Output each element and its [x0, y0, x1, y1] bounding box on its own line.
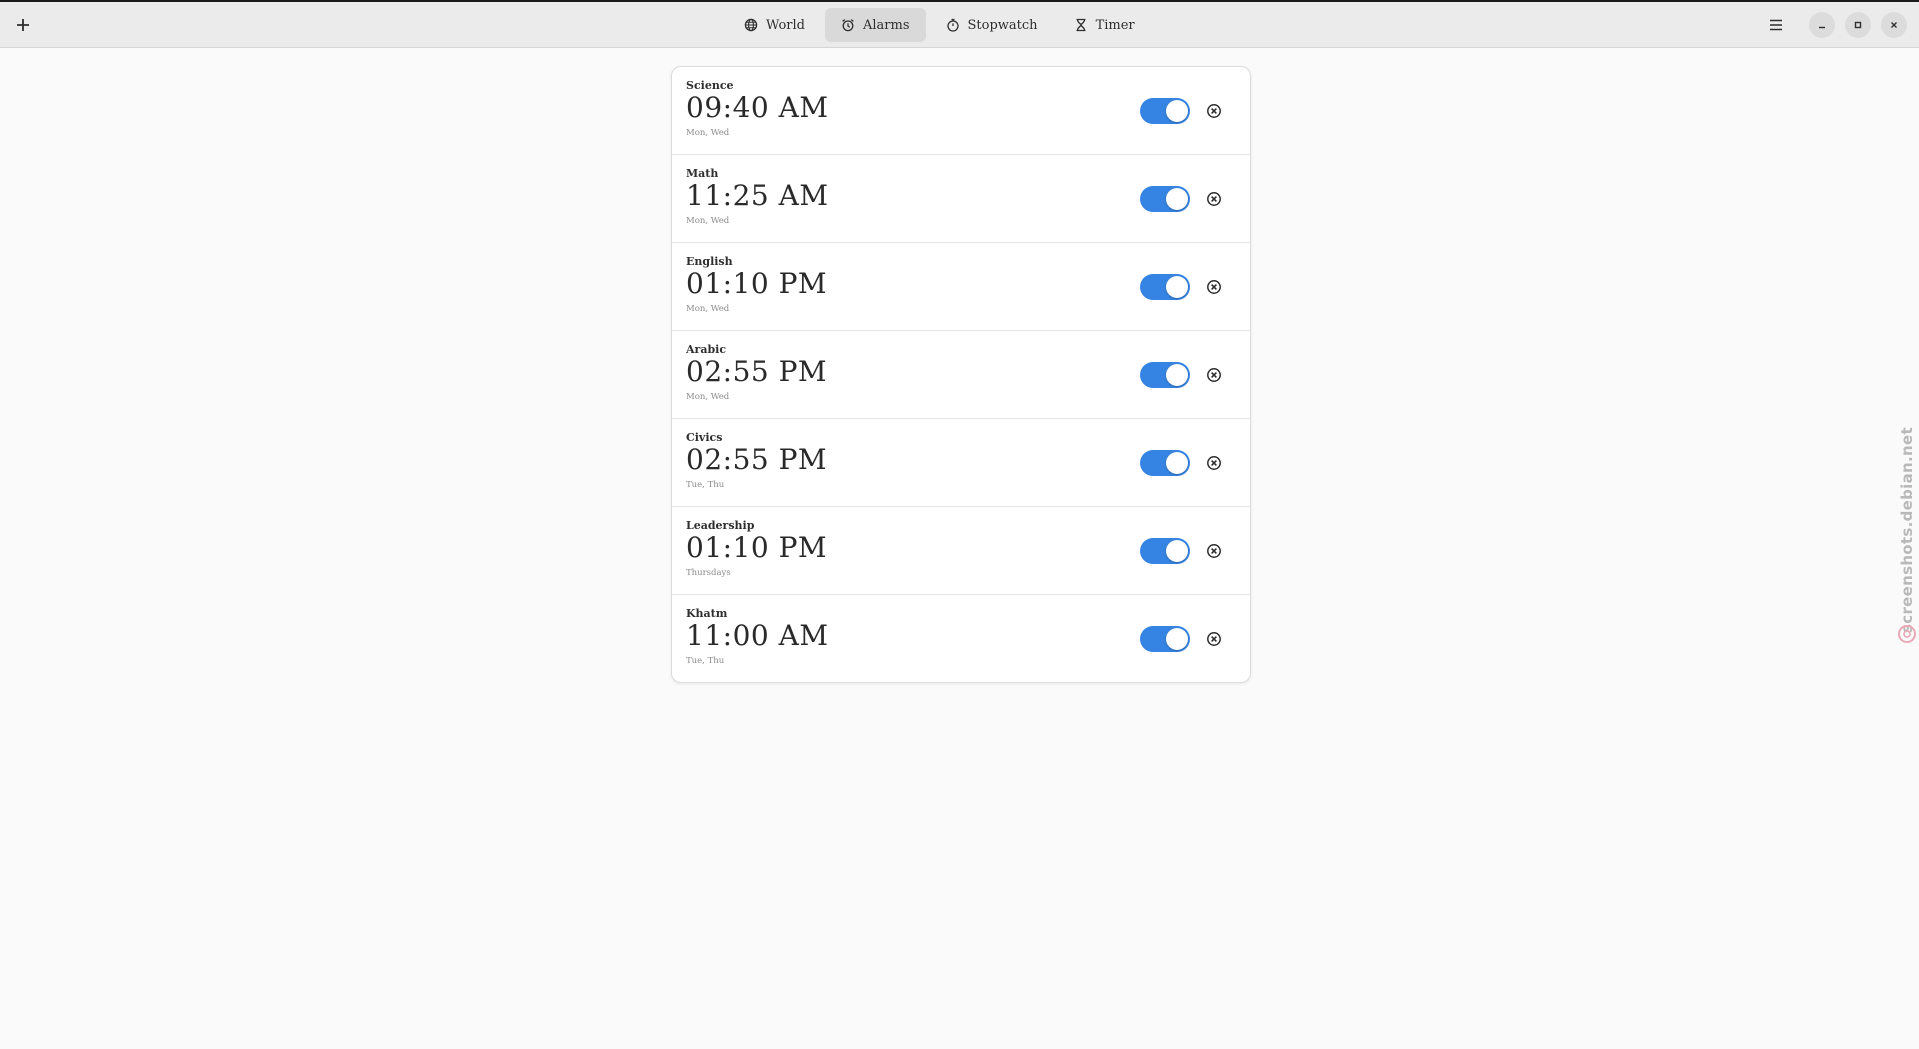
alarm-time: 11:00 AM — [686, 619, 829, 652]
switch-knob — [1166, 188, 1188, 210]
alarm-enable-switch[interactable] — [1140, 274, 1190, 300]
delete-circle-x-icon — [1207, 632, 1221, 646]
alarm-time: 02:55 PM — [686, 355, 828, 388]
delete-alarm-button[interactable] — [1204, 541, 1224, 561]
alarm-enable-switch[interactable] — [1140, 98, 1190, 124]
alarm-row[interactable]: Civics 02:55 PM Tue, Thu — [672, 419, 1250, 507]
window-controls — [1759, 8, 1907, 42]
tab-alarms[interactable]: Alarms — [825, 8, 926, 42]
delete-alarm-button[interactable] — [1204, 453, 1224, 473]
delete-circle-x-icon — [1207, 280, 1221, 294]
delete-circle-x-icon — [1207, 192, 1221, 206]
watermark: screenshots.debian.net — [1897, 410, 1917, 650]
alarm-repeat-days: Tue, Thu — [686, 656, 725, 666]
plus-icon — [17, 19, 29, 31]
delete-circle-x-icon — [1207, 456, 1221, 470]
alarm-repeat-days: Mon, Wed — [686, 216, 730, 226]
alarm-repeat-days: Thursdays — [686, 568, 731, 578]
delete-circle-x-icon — [1207, 368, 1221, 382]
alarm-time: 09:40 AM — [686, 91, 829, 124]
tab-world[interactable]: World — [728, 8, 821, 42]
alarm-row[interactable]: Science 09:40 AM Mon, Wed — [672, 67, 1250, 155]
hourglass-icon — [1076, 18, 1086, 32]
tab-world-label: World — [766, 17, 805, 33]
alarm-enable-switch[interactable] — [1140, 538, 1190, 564]
alarm-enable-switch[interactable] — [1140, 626, 1190, 652]
debian-swirl-logo-icon — [1898, 625, 1916, 643]
alarm-row[interactable]: Math 11:25 AM Mon, Wed — [672, 155, 1250, 243]
close-icon — [1891, 22, 1897, 28]
alarm-list: Science 09:40 AM Mon, Wed Math 11:25 AM … — [671, 66, 1251, 683]
alarm-time: 01:10 PM — [686, 531, 828, 564]
switch-knob — [1166, 452, 1188, 474]
tab-timer[interactable]: Timer — [1058, 8, 1151, 42]
alarm-repeat-days: Mon, Wed — [686, 128, 730, 138]
main-menu-button[interactable] — [1759, 8, 1793, 42]
delete-alarm-button[interactable] — [1204, 101, 1224, 121]
alarm-enable-switch[interactable] — [1140, 186, 1190, 212]
maximize-icon — [1854, 21, 1862, 29]
alarm-row[interactable]: Arabic 02:55 PM Mon, Wed — [672, 331, 1250, 419]
watermark-text: screenshots.debian.net — [1898, 427, 1916, 633]
alarm-enable-switch[interactable] — [1140, 362, 1190, 388]
delete-alarm-button[interactable] — [1204, 189, 1224, 209]
view-switcher: World Alarms Stopwatch Timer — [728, 8, 1151, 42]
minimize-button[interactable] — [1809, 12, 1835, 38]
switch-knob — [1166, 364, 1188, 386]
tab-alarms-label: Alarms — [863, 17, 910, 33]
delete-circle-x-icon — [1207, 104, 1221, 118]
header-bar: World Alarms Stopwatch Timer — [0, 2, 1919, 48]
maximize-button[interactable] — [1845, 12, 1871, 38]
delete-circle-x-icon — [1207, 544, 1221, 558]
alarm-repeat-days: Tue, Thu — [686, 480, 725, 490]
stopwatch-icon — [946, 18, 959, 32]
hamburger-menu-icon — [1770, 19, 1782, 31]
alarm-enable-switch[interactable] — [1140, 450, 1190, 476]
alarm-row[interactable]: Leadership 01:10 PM Thursdays — [672, 507, 1250, 595]
alarm-row[interactable]: Khatm 11:00 AM Tue, Thu — [672, 595, 1250, 682]
globe-icon — [744, 18, 758, 32]
alarm-clock-icon — [842, 19, 854, 32]
close-button[interactable] — [1881, 12, 1907, 38]
tab-stopwatch[interactable]: Stopwatch — [930, 8, 1054, 42]
delete-alarm-button[interactable] — [1204, 365, 1224, 385]
switch-knob — [1166, 276, 1188, 298]
tab-stopwatch-label: Stopwatch — [967, 17, 1038, 33]
alarm-time: 02:55 PM — [686, 443, 828, 476]
minimize-icon — [1819, 26, 1825, 29]
alarm-time: 01:10 PM — [686, 267, 828, 300]
alarm-row[interactable]: English 01:10 PM Mon, Wed — [672, 243, 1250, 331]
alarm-time: 11:25 AM — [686, 179, 829, 212]
delete-alarm-button[interactable] — [1204, 277, 1224, 297]
delete-alarm-button[interactable] — [1204, 629, 1224, 649]
tab-timer-label: Timer — [1095, 17, 1135, 33]
add-alarm-button[interactable] — [6, 8, 40, 42]
switch-knob — [1166, 628, 1188, 650]
alarm-repeat-days: Mon, Wed — [686, 392, 730, 402]
switch-knob — [1166, 540, 1188, 562]
switch-knob — [1166, 100, 1188, 122]
alarm-repeat-days: Mon, Wed — [686, 304, 730, 314]
